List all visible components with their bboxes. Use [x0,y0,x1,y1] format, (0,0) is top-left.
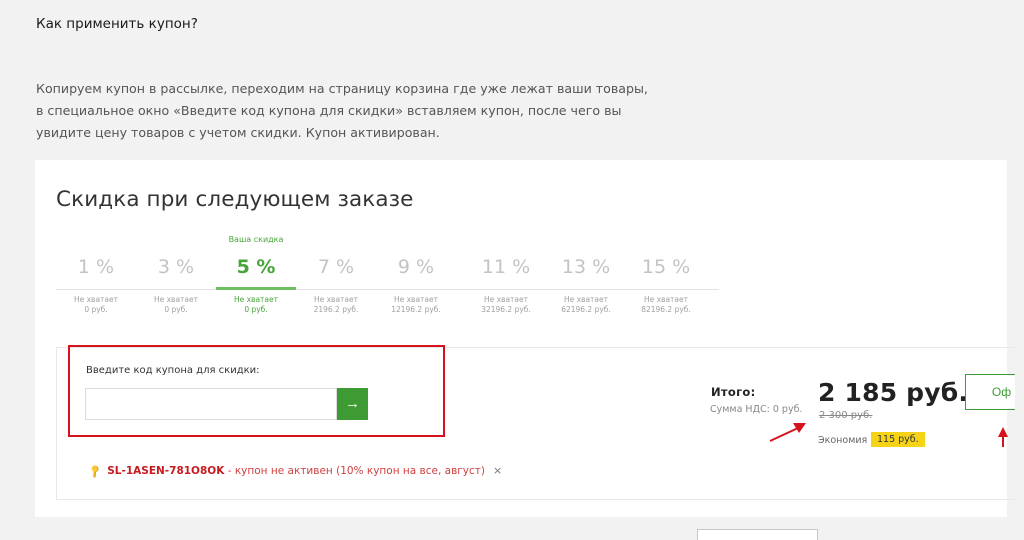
tier-shortfall-amount: 82196.2 руб. [641,305,691,314]
tier-badge [626,233,706,247]
close-icon[interactable]: × [493,464,502,477]
tier-shortfall-label: Не хватает [563,295,609,304]
tier-percent: 3 % [157,256,195,278]
tier-shortfall-amount: 0 руб. [84,305,108,314]
bottom-partial-box [697,529,818,540]
coupon-submit-button[interactable]: → [337,388,368,420]
tier-shortfall-label: Не хватает [233,295,279,304]
tier-badge [136,233,216,247]
tier-percent: 9 % [397,256,435,278]
savings-badge: 115 руб. [871,432,925,447]
coupon-input[interactable] [85,388,337,420]
tier-shortfall-label: Не хватает [393,295,439,304]
discount-tier: 7 % Не хватает 2196.2 руб. [296,233,376,315]
discount-tier: 13 % Не хватает 62196.2 руб. [546,233,626,315]
discount-tier: 15 % Не хватает 82196.2 руб. [626,233,706,315]
tier-badge [56,233,136,247]
tier-badge [376,233,456,247]
tier-shortfall-amount: 12196.2 руб. [391,305,441,314]
tier-shortfall-label: Не хватает [483,295,529,304]
discount-panel: Скидка при следующем заказе 1 % Не хватае… [35,160,1016,517]
tier-shortfall-amount: 0 руб. [164,305,188,314]
vat-label: Сумма НДС: 0 руб. [710,404,803,415]
tier-percent: 13 % [561,256,611,278]
tier-badge: Ваша скидка [228,235,284,244]
faq-title: Как применить купон? [36,16,198,32]
coupon-label: Введите код купона для скидки: [86,365,260,376]
arrow-right-icon: → [345,395,360,412]
tier-percent: 1 % [77,256,115,278]
active-tier-underline [216,287,296,290]
tier-badge [466,233,546,247]
discount-title: Скидка при следующем заказе [56,187,414,212]
old-price: 2 300 руб. [819,410,873,421]
tier-shortfall-amount: 2196.2 руб. [313,305,359,314]
tier-badge [546,233,626,247]
discount-tier: 3 % Не хватает 0 руб. [136,233,216,315]
total-price: 2 185 руб. [818,378,969,407]
tier-shortfall-amount: 62196.2 руб. [561,305,611,314]
savings-label: Экономия [818,435,868,446]
discount-tier: 11 % Не хватает 32196.2 руб. [466,233,546,315]
coupon-code: SL-1ASEN-781O8OK [107,465,225,477]
discount-tier: 9 % Не хватает 12196.2 руб. [376,233,456,315]
faq-text: Копируем купон в рассылке, переходим на … [36,81,648,140]
tier-percent: 7 % [317,256,355,278]
discount-tier: Ваша скидка 5 % Не хватает 0 руб. [216,233,296,315]
tier-shortfall-amount: 0 руб. [244,305,268,314]
coupon-message: - купон не активен (10% купон на все, ав… [224,465,485,477]
discount-tiers: 1 % Не хватает 0 руб. 3 % Не хватает 0 руб. Ва… [56,233,719,323]
tier-percent: 5 % [236,256,276,278]
tier-percent: 11 % [481,256,531,278]
tier-shortfall-amount: 32196.2 руб. [481,305,531,314]
tier-shortfall-label: Не хватает [313,295,359,304]
discount-tier: 1 % Не хватает 0 руб. [56,233,136,315]
tier-badge [296,233,376,247]
checkout-button[interactable]: Оф [965,374,1015,410]
tier-percent: 15 % [641,256,691,278]
tier-shortfall-label: Не хватает [73,295,119,304]
tier-shortfall-label: Не хватает [643,295,689,304]
total-label: Итого: [711,385,756,399]
tier-shortfall-label: Не хватает [153,295,199,304]
applied-coupon: 🔑 SL-1ASEN-781O8OK - купон не активен (10… [88,464,502,479]
